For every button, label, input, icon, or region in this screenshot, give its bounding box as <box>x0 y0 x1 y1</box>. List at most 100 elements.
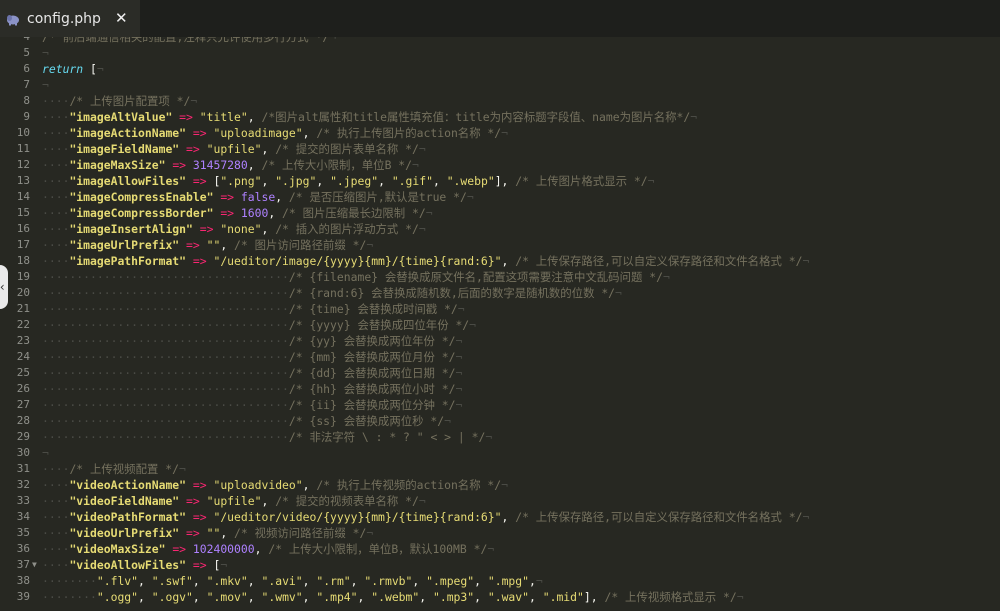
code-token: ¬ <box>455 366 463 380</box>
code-line[interactable]: ····"videoMaxSize" => 102400000, /* 上传大小… <box>42 541 494 557</box>
code-token: ¬ <box>444 414 451 428</box>
code-token: , <box>474 590 488 604</box>
code-line[interactable]: ····"imageInsertAlign" => "none", /* 插入的… <box>42 221 426 237</box>
code-token: ".swf" <box>151 574 193 588</box>
code-line[interactable]: ····································/* {… <box>42 349 462 365</box>
code-line[interactable]: ····································/* {… <box>42 269 670 285</box>
code-token: ¬ <box>736 590 744 604</box>
code-token: => <box>186 238 200 252</box>
code-line[interactable]: ····································/* {… <box>42 317 476 333</box>
code-line[interactable]: /* 前后端通信相关的配置,注释只允许使用多行方式 */¬ <box>42 37 336 45</box>
code-token: "upfile" <box>206 142 262 156</box>
code-line[interactable]: ····"imageUrlPrefix" => "", /* 图片访问路径前缀 … <box>42 237 373 253</box>
code-token: "" <box>206 238 221 252</box>
code-line[interactable]: ····"videoFieldName" => "upfile", /* 提交的… <box>42 493 426 509</box>
code-token: ¬ <box>418 142 426 156</box>
code-token: "imageAltValue" <box>69 110 173 124</box>
code-line[interactable]: ····"imageCompressBorder" => 1600, /* 图片… <box>42 205 433 221</box>
code-line[interactable]: ····································/* {… <box>42 333 462 349</box>
code-token: ¬ <box>42 446 49 460</box>
code-token: ···································· <box>42 286 289 300</box>
code-line[interactable]: ····"imageAltValue" => "title", /*图片alt属… <box>42 109 697 125</box>
code-token: "imageAllowFiles" <box>69 174 187 188</box>
code-line[interactable]: ····"videoPathFormat" => "/ueditor/video… <box>42 509 809 525</box>
code-line[interactable]: ¬ <box>42 445 49 461</box>
code-token: ···································· <box>42 366 289 380</box>
code-token: /* {ii} 会替换成两位分钟 */ <box>288 398 456 412</box>
code-token: ¬ <box>469 318 477 332</box>
code-token: ¬ <box>42 78 49 92</box>
code-line[interactable]: ····"imageAllowFiles" => [".png", ".jpg"… <box>42 173 654 189</box>
code-token: , <box>261 494 276 508</box>
code-line[interactable]: ····································/* {… <box>42 381 462 397</box>
code-token: 102400000 <box>192 542 255 556</box>
code-line[interactable]: ¬ <box>42 77 49 93</box>
code-line[interactable]: ····"videoAllowFiles" => [¬ <box>42 557 227 573</box>
code-line[interactable]: return [¬ <box>42 61 104 77</box>
code-line[interactable]: ········".flv", ".swf", ".mkv", ".avi", … <box>42 573 543 589</box>
line-number: 11 <box>16 142 30 155</box>
code-token: ···· <box>42 510 70 524</box>
code-token: ¬ <box>455 350 463 364</box>
code-editor[interactable]: 4567891011121314151617181920212223242526… <box>0 37 1000 611</box>
tab-config-php[interactable]: config.php ✕ <box>0 0 140 37</box>
line-number: 16 <box>16 222 30 235</box>
code-area[interactable]: /* 前后端通信相关的配置,注释只允许使用多行方式 */¬ ¬ return [¬ ¬… <box>42 37 1000 611</box>
code-token: ".rm" <box>316 574 351 588</box>
code-line[interactable]: ····"videoUrlPrefix" => "", /* 视频访问路径前缀 … <box>42 525 373 541</box>
code-line[interactable]: ····"videoActionName" => "uploadvideo", … <box>42 477 508 493</box>
code-token: /* 视频访问路径前缀 */ <box>234 526 367 540</box>
code-token: , <box>350 574 365 588</box>
code-line[interactable]: ····"imageFieldName" => "upfile", /* 提交的… <box>42 141 426 157</box>
line-number: 4 <box>0 37 30 45</box>
code-token: , <box>220 238 235 252</box>
code-token: /* 是否压缩图片,默认是true */ <box>288 190 467 204</box>
line-number: 33 <box>16 494 30 507</box>
code-line[interactable]: ····"imageMaxSize" => 31457280, /* 上传大小限… <box>42 157 419 173</box>
chevron-left-icon[interactable]: ‹ <box>0 265 8 309</box>
code-token: , <box>261 142 276 156</box>
line-number: 36 <box>16 542 30 555</box>
code-token: ···· <box>42 126 70 140</box>
code-line[interactable]: ····································/* {… <box>42 397 462 413</box>
code-token: , <box>247 590 262 604</box>
code-token: ¬ <box>457 302 465 316</box>
code-line[interactable]: ····································/* 非… <box>42 429 492 445</box>
code-token: ".mid" <box>542 590 584 604</box>
code-line[interactable]: ¬ <box>42 45 49 61</box>
code-line[interactable]: ····································/* {… <box>42 301 465 317</box>
code-token: ".mkv" <box>206 574 248 588</box>
code-token: ¬ <box>455 334 463 348</box>
code-token: ¬ <box>662 270 670 284</box>
code-line[interactable]: ····"imageActionName" => "uploadimage", … <box>42 125 508 141</box>
code-line[interactable]: ····································/* {… <box>42 365 462 381</box>
code-token: => <box>199 222 214 236</box>
code-token: ".mpg" <box>487 574 530 588</box>
code-line[interactable]: ····"imageCompressEnable" => false, /* 是… <box>42 189 474 205</box>
code-line[interactable]: ····/* 上传图片配置项 */¬ <box>42 93 197 109</box>
code-line[interactable]: ····/* 上传视频配置 */¬ <box>42 461 186 477</box>
code-line[interactable]: ····································/* {… <box>42 285 622 301</box>
code-token: ], <box>494 174 516 188</box>
fold-arrow-icon[interactable]: ▼ <box>32 557 37 573</box>
line-number: 35 <box>16 526 30 539</box>
code-line[interactable]: ····"imagePathFormat" => "/ueditor/image… <box>42 253 809 269</box>
close-icon[interactable]: ✕ <box>115 9 128 27</box>
code-token: ".mpeg" <box>426 574 475 588</box>
code-line[interactable]: ········".ogg", ".ogv", ".mov", ".wmv", … <box>42 589 744 605</box>
code-token: ], <box>583 590 605 604</box>
code-token: /*图片alt属性和title属性填充值：title为内容标题字段值、name为… <box>261 110 691 124</box>
code-token: 1600 <box>240 206 269 220</box>
code-token: , <box>138 590 152 604</box>
code-line[interactable]: ····································/* {… <box>42 413 451 429</box>
line-number: 25 <box>16 366 30 379</box>
code-token: , <box>419 590 433 604</box>
